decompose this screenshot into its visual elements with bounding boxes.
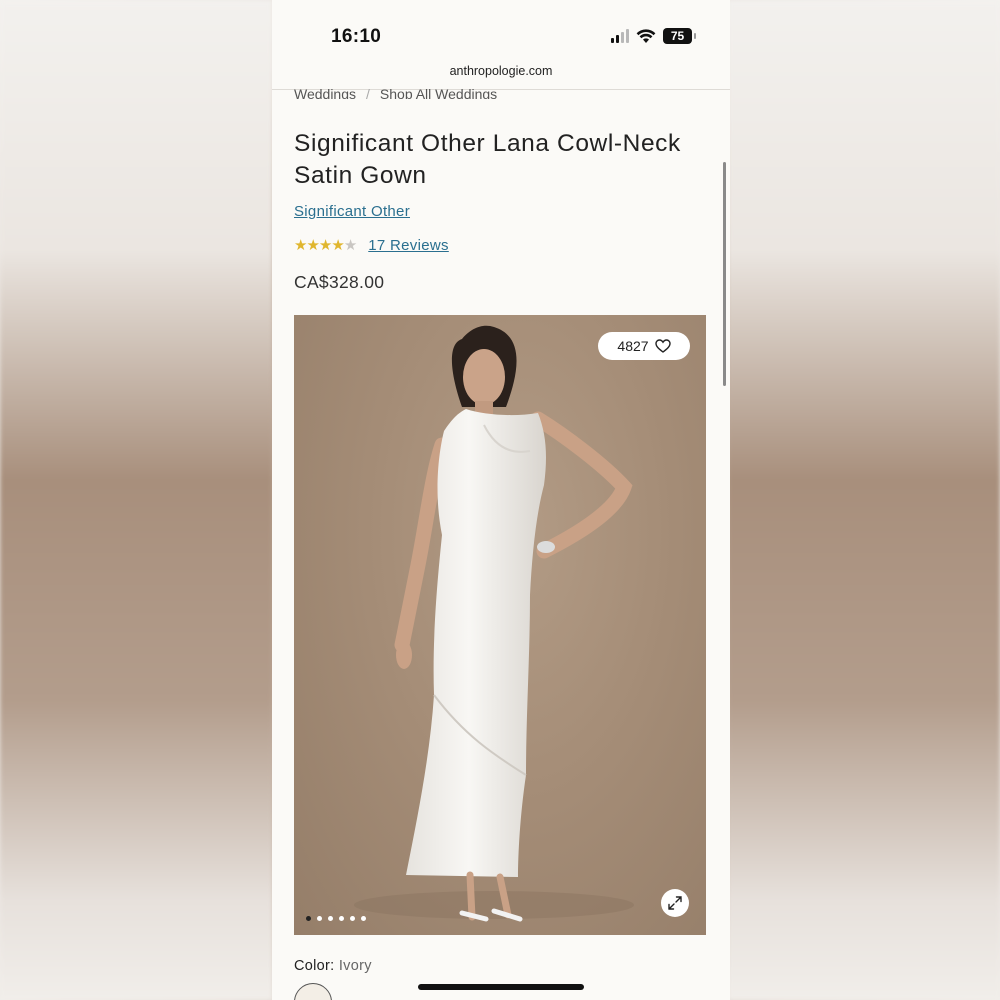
background-right (728, 0, 1000, 1000)
star-icon: ★ (331, 237, 344, 254)
model-in-white-gown-image (354, 325, 634, 922)
expand-icon (668, 896, 682, 910)
breadcrumb-link-shop-all-weddings[interactable]: Shop All Weddings (380, 86, 497, 99)
star-empty-icon: ★ (343, 237, 357, 254)
color-label: Color: (294, 958, 335, 974)
pagination-dot[interactable] (328, 916, 333, 921)
image-pagination-dots[interactable] (306, 916, 366, 921)
color-swatch-ivory[interactable] (294, 983, 332, 1000)
product-title: Significant Other Lana Cowl-Neck Satin G… (294, 130, 681, 189)
status-bar: 16:10 75 (272, 0, 730, 60)
heart-icon (654, 339, 671, 353)
pagination-dot[interactable] (350, 916, 355, 921)
status-time: 16:10 (331, 26, 382, 47)
background-left (0, 0, 272, 1000)
pagination-dot[interactable] (306, 916, 311, 921)
scrollbar[interactable] (723, 162, 726, 386)
star-rating: ★ ★ ★ ★ ★ (294, 236, 357, 254)
color-option: Color: Ivory (294, 958, 372, 974)
battery-icon: 75 (663, 28, 696, 44)
pagination-dot[interactable] (361, 916, 366, 921)
product-price: CA$328.00 (294, 272, 385, 292)
product-image[interactable]: 4827 (294, 315, 706, 935)
like-button[interactable]: 4827 (598, 332, 690, 360)
pagination-dot[interactable] (339, 916, 344, 921)
brand-link[interactable]: Significant Other (294, 203, 410, 220)
expand-image-button[interactable] (661, 889, 689, 917)
product-rating: ★ ★ ★ ★ ★ 17 Reviews (294, 236, 449, 255)
breadcrumb: Weddings / Shop All Weddings (294, 83, 497, 99)
breadcrumb-link-weddings[interactable]: Weddings (294, 86, 356, 99)
color-value: Ivory (338, 958, 372, 974)
like-count: 4827 (617, 338, 649, 354)
phone-screen: 16:10 75 anthropologie.com Weddings / Shop… (272, 0, 730, 1000)
breadcrumb-separator: / (366, 86, 370, 99)
browser-url[interactable]: anthropologie.com (272, 64, 730, 78)
wifi-icon (636, 28, 656, 43)
star-icon: ★ (294, 237, 307, 254)
status-icons: 75 (611, 28, 696, 44)
pagination-dot[interactable] (317, 916, 322, 921)
star-icon: ★ (318, 237, 332, 254)
star-icon: ★ (306, 237, 319, 254)
reviews-link[interactable]: 17 Reviews (368, 237, 449, 254)
signal-icon (611, 29, 629, 43)
home-indicator[interactable] (418, 984, 584, 990)
